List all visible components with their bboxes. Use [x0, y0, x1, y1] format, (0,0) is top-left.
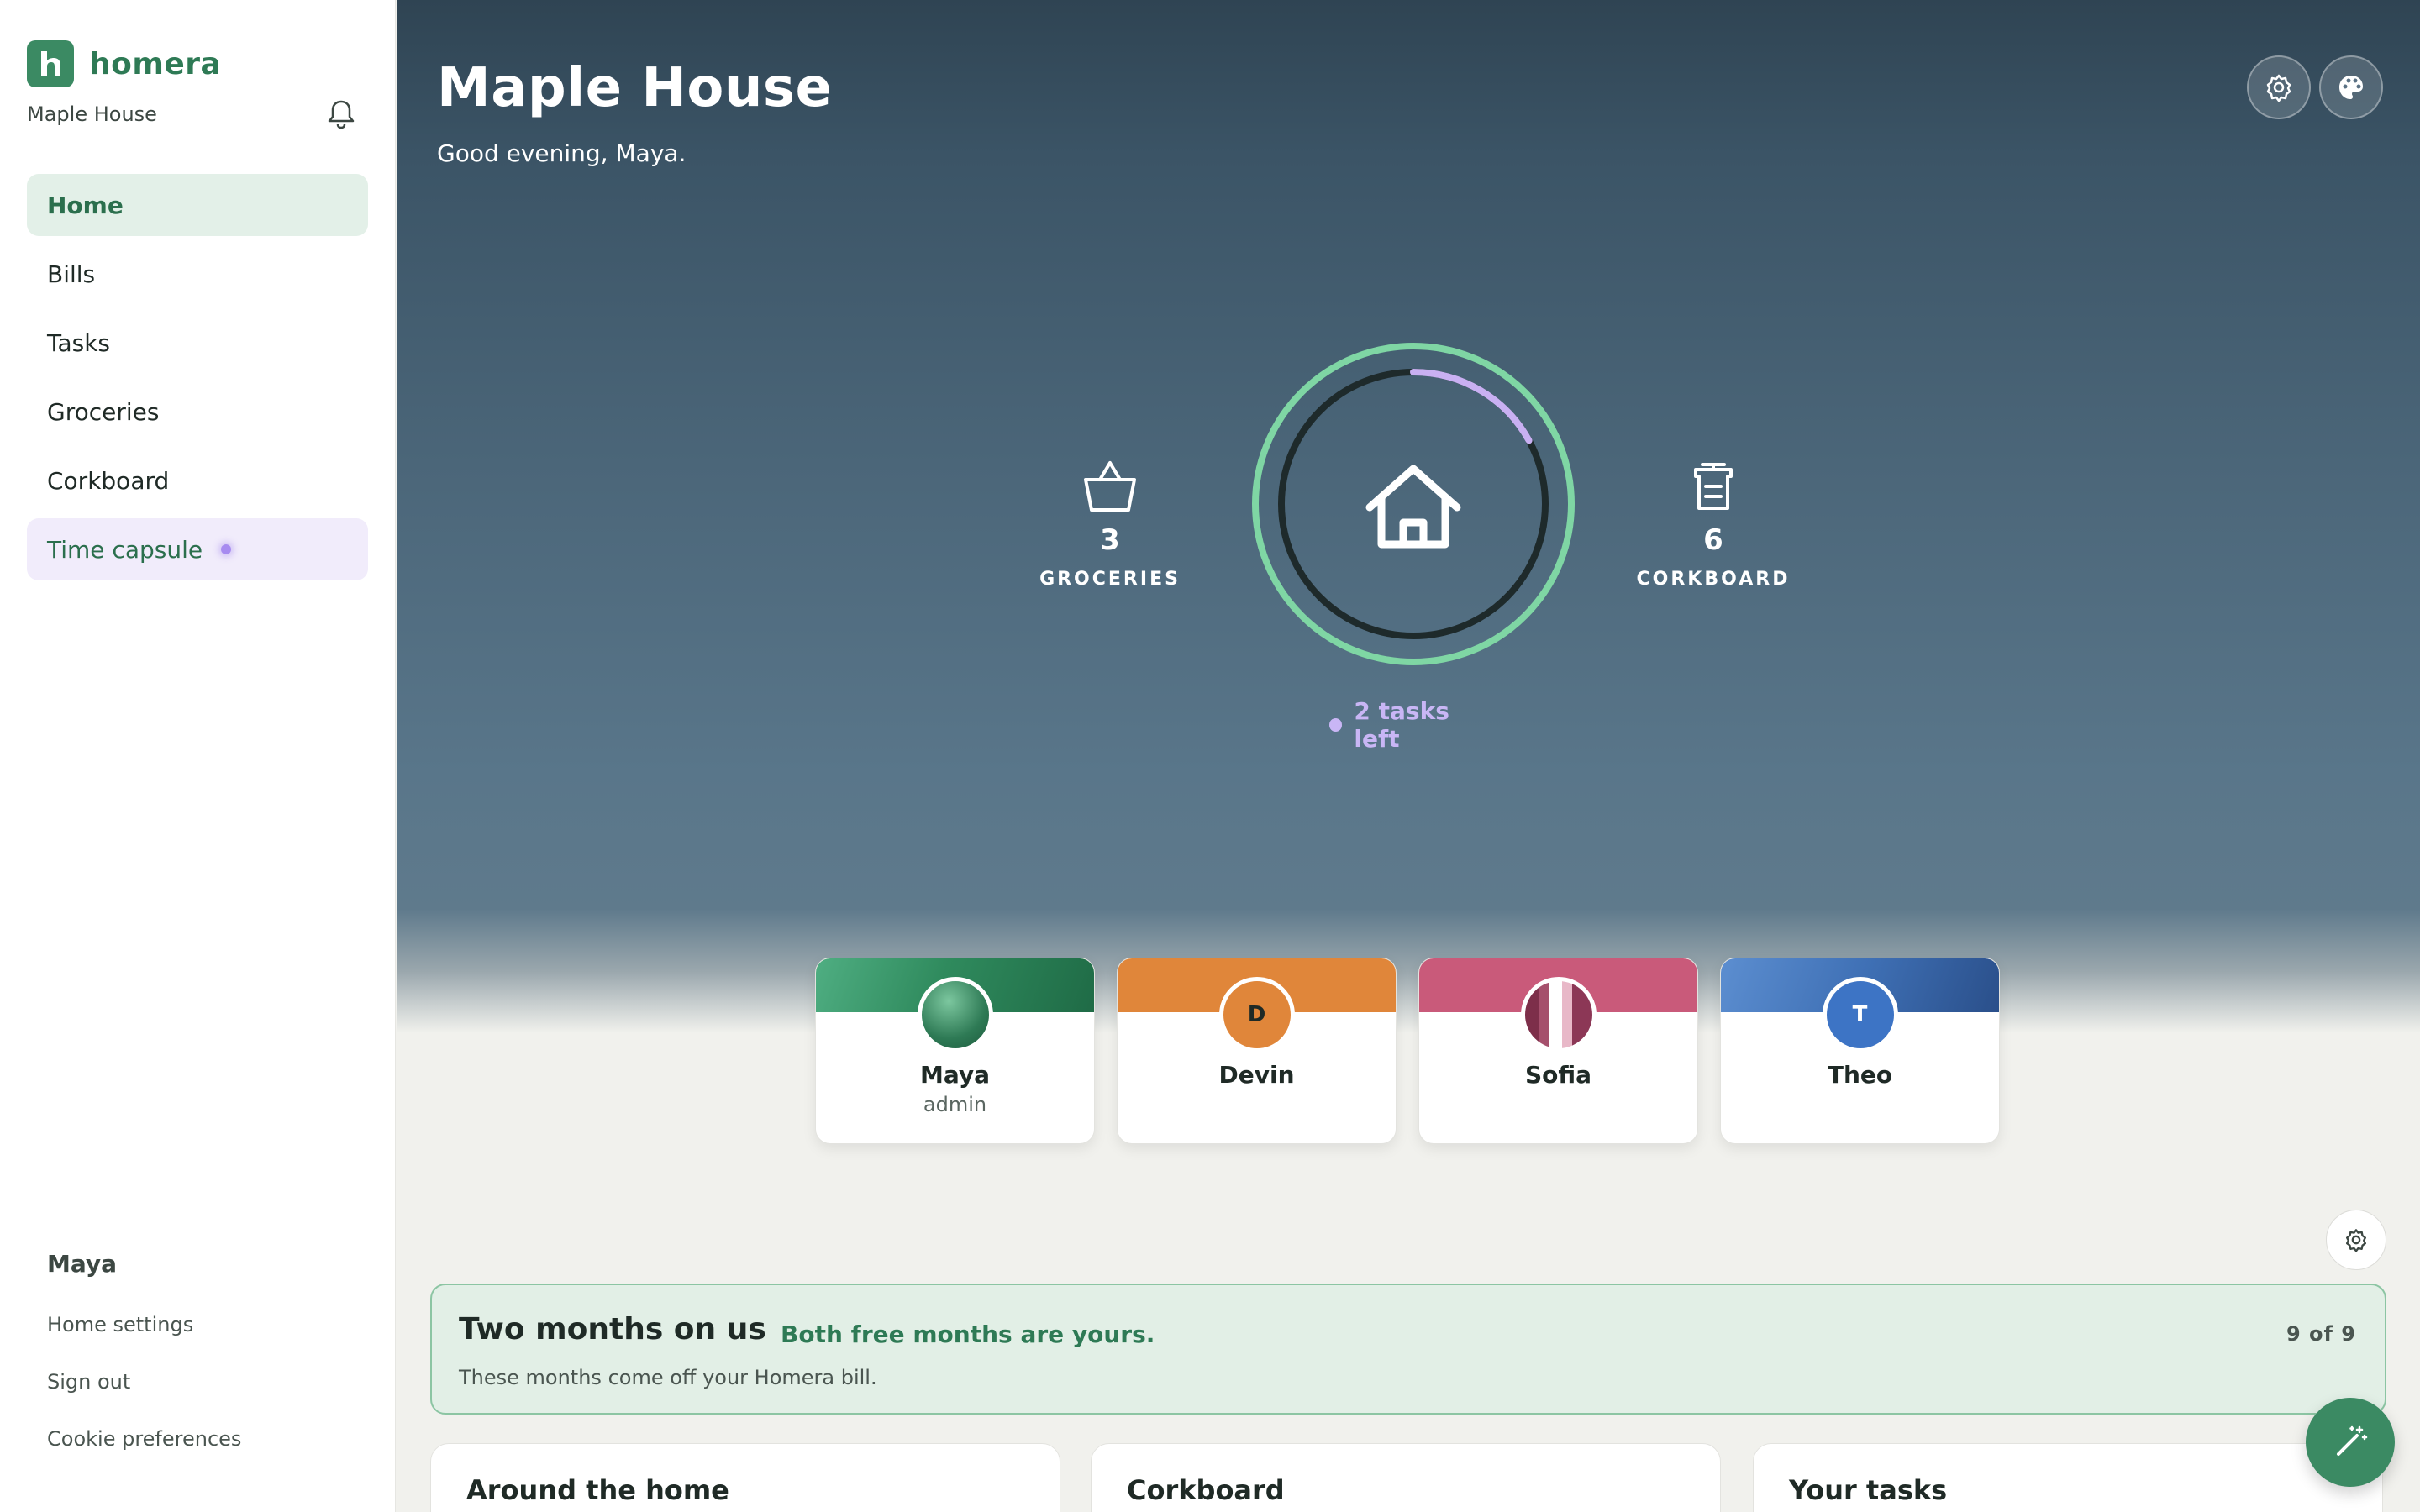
promo-subtitle: Both free months are yours.: [781, 1320, 1155, 1348]
groceries-label: GROCERIES: [1039, 569, 1181, 590]
dashboard-settings-button[interactable]: [2326, 1210, 2386, 1270]
sidebar-item-corkboard[interactable]: Corkboard: [27, 449, 368, 512]
your-tasks-card[interactable]: Your tasks: [1753, 1443, 2383, 1512]
groceries-stat[interactable]: 3 GROCERIES: [1026, 458, 1194, 590]
corkboard-label: CORKBOARD: [1636, 569, 1791, 590]
corkboard-stat[interactable]: 6 CORKBOARD: [1629, 458, 1797, 590]
sidebar-item-label: Tasks: [47, 328, 111, 357]
sidebar-item-home[interactable]: Home: [27, 174, 368, 236]
sign-out-link[interactable]: Sign out: [47, 1370, 241, 1427]
homera-logo-icon: [27, 40, 74, 87]
notifications-bell-icon[interactable]: [324, 97, 358, 131]
member-name: Maya: [919, 1061, 991, 1089]
promo-banner[interactable]: Two months on us Both free months are yo…: [430, 1284, 2386, 1415]
avatar: D: [1218, 977, 1295, 1053]
current-user-name: Maya: [47, 1250, 118, 1278]
sidebar-item-label: Corkboard: [47, 466, 170, 495]
page-title: Maple House: [437, 57, 833, 119]
greeting: Good evening, Maya.: [437, 139, 687, 167]
avatar: [917, 977, 993, 1053]
avatar: T: [1822, 977, 1898, 1053]
member-card-devin[interactable]: D Devin: [1117, 958, 1397, 1144]
magic-wand-icon: [2337, 1425, 2368, 1456]
sidebar-item-bills[interactable]: Bills: [27, 243, 368, 305]
corkboard-count: 6: [1703, 523, 1723, 557]
home-progress-ring[interactable]: [1245, 336, 1581, 672]
member-name: Devin: [1218, 1061, 1295, 1089]
sidebar-item-tasks[interactable]: Tasks: [27, 312, 368, 374]
magic-wand-button[interactable]: [2306, 1398, 2395, 1487]
promo-description: These months come off your Homera bill.: [459, 1366, 877, 1389]
hero: Maple House Good evening, Maya. 3 GROCER…: [397, 0, 2420, 1033]
sidebar-item-groceries[interactable]: Groceries: [27, 381, 368, 443]
corkboard-card[interactable]: Corkboard: [1091, 1443, 1721, 1512]
tasks-dot: [1329, 718, 1343, 732]
sidebar-item-label: Time capsule: [47, 535, 203, 564]
gear-icon: [2346, 1229, 2366, 1252]
palette-icon: [2339, 76, 2363, 99]
settings-button[interactable]: [2247, 55, 2311, 119]
basket-icon: [1026, 458, 1194, 517]
groceries-count: 3: [1100, 523, 1120, 557]
member-name: Theo: [1827, 1061, 1893, 1089]
house-icon: [1365, 465, 1461, 549]
tasks-left-label: 2 tasks left: [1354, 697, 1449, 753]
gear-icon: [2266, 74, 2291, 102]
clipboard-icon: [1629, 458, 1797, 517]
card-title: Your tasks: [1789, 1474, 1948, 1506]
house-name: Maple House: [27, 102, 157, 126]
sidebar-item-label: Home: [47, 191, 124, 219]
member-card-maya[interactable]: Maya admin: [815, 958, 1095, 1144]
promo-title: Two months on us: [459, 1312, 766, 1347]
cookie-preferences-link[interactable]: Cookie preferences: [47, 1427, 241, 1484]
member-cards: Maya admin D Devin Sofia T Theo: [815, 958, 2022, 1144]
sidebar: homera Maple House Home Bills Tasks Groc…: [0, 0, 396, 1512]
sidebar-item-label: Bills: [47, 260, 96, 288]
tasks-left-indicator[interactable]: 2 tasks left: [1329, 697, 1497, 753]
sidebar-item-label: Groceries: [47, 397, 160, 426]
home-settings-link[interactable]: Home settings: [47, 1313, 241, 1370]
theme-button[interactable]: [2319, 55, 2383, 119]
card-title: Around the home: [466, 1474, 729, 1506]
avatar: [1520, 977, 1597, 1053]
main-content: Maple House Good evening, Maya. 3 GROCER…: [397, 0, 2420, 1512]
member-role: admin: [923, 1093, 987, 1116]
brand-name: homera: [89, 46, 222, 81]
member-card-sofia[interactable]: Sofia: [1418, 958, 1698, 1144]
member-card-theo[interactable]: T Theo: [1720, 958, 2000, 1144]
new-indicator-dot: [221, 544, 232, 554]
sidebar-footer: Maya Home settings Sign out Cookie prefe…: [47, 1250, 241, 1484]
around-the-home-card[interactable]: Around the home: [430, 1443, 1060, 1512]
brand[interactable]: homera: [27, 40, 221, 87]
sidebar-nav: Home Bills Tasks Groceries Corkboard Tim…: [27, 174, 368, 587]
promo-progress-count: 9 of 9: [2286, 1322, 2356, 1346]
card-title: Corkboard: [1127, 1474, 1285, 1506]
sidebar-item-time-capsule[interactable]: Time capsule: [27, 518, 368, 580]
member-name: Sofia: [1524, 1061, 1592, 1089]
